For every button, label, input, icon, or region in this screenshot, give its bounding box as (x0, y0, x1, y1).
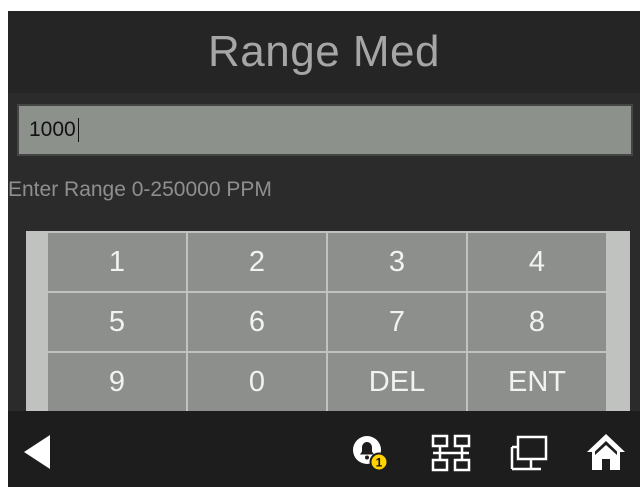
key-2[interactable]: 2 (188, 233, 326, 291)
home-icon (587, 434, 625, 470)
back-button[interactable] (22, 433, 52, 476)
network-button[interactable] (430, 433, 472, 478)
range-value-text: 1000 (29, 118, 76, 141)
device-screen: Range Med 1000 Enter Range 0-250000 PPM … (8, 11, 640, 487)
key-0[interactable]: 0 (188, 353, 326, 411)
alarm-bell-icon: 1 (353, 436, 389, 472)
alarm-count-badge: 1 (376, 456, 383, 470)
delete-key[interactable]: DEL (328, 353, 466, 411)
key-1[interactable]: 1 (48, 233, 186, 291)
key-3[interactable]: 3 (328, 233, 466, 291)
key-7[interactable]: 7 (328, 293, 466, 351)
key-9[interactable]: 9 (48, 353, 186, 411)
numeric-keypad: 1 2 3 4 5 6 7 8 9 0 DEL ENT (26, 231, 630, 413)
back-arrow-icon (24, 435, 50, 469)
display-icon (510, 435, 548, 471)
key-5[interactable]: 5 (48, 293, 186, 351)
bottom-nav-bar: 1 (8, 411, 640, 487)
range-value-input[interactable]: 1000 (17, 104, 633, 156)
title-bar: Range Med (8, 11, 640, 93)
enter-key[interactable]: ENT (468, 353, 606, 411)
key-8[interactable]: 8 (468, 293, 606, 351)
home-button[interactable] (584, 431, 628, 478)
key-4[interactable]: 4 (468, 233, 606, 291)
display-button[interactable] (509, 433, 551, 478)
network-icon (431, 434, 471, 472)
page-title: Range Med (208, 27, 440, 76)
range-hint: Enter Range 0-250000 PPM (8, 178, 272, 201)
text-caret (77, 118, 79, 142)
key-6[interactable]: 6 (188, 293, 326, 351)
alarm-button[interactable]: 1 (351, 433, 393, 480)
